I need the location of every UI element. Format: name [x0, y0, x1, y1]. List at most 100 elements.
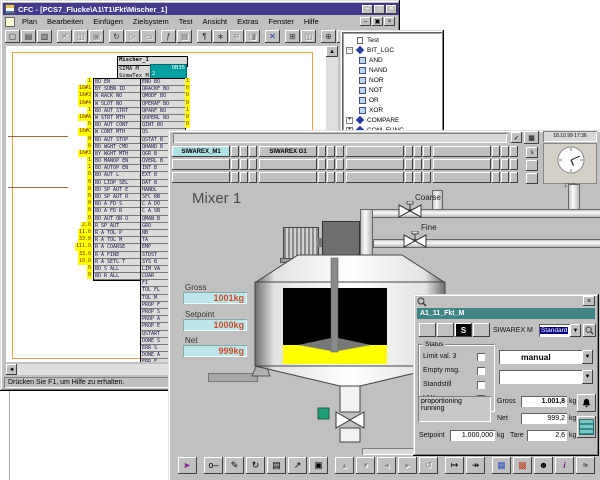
overview-button-siwarex g1[interactable]: SIWAREX G1 [259, 146, 317, 157]
pin-output[interactable]: QRACKF BO [141, 86, 185, 93]
chart-doc-icon[interactable] [5, 17, 15, 27]
minimize-button[interactable]: – [362, 5, 373, 14]
mode-dropdown[interactable]: manual ▼ [499, 350, 593, 364]
pin-input[interactable]: W SLOT NO [94, 101, 141, 108]
report-blue-button[interactable]: ▦ [492, 457, 511, 474]
pin-output[interactable]: ENO BO [141, 79, 185, 86]
block-input-pins[interactable]: BO ENBY SUBN IDW RACK NOW SLOT NOBO AUT … [93, 78, 142, 281]
overview-button[interactable] [433, 159, 491, 170]
status-checkbox[interactable] [477, 367, 485, 375]
s-mode-cell[interactable]: S [455, 323, 472, 337]
download-button[interactable]: ↻ [109, 30, 124, 43]
menu-hilfe[interactable]: Hilfe [299, 16, 324, 27]
pin-input[interactable]: BO SP AUT R [94, 194, 141, 201]
overview-button[interactable] [259, 159, 317, 170]
menu-fenster[interactable]: Fenster [263, 16, 298, 27]
setpoint-field[interactable]: 1.000,000 [450, 430, 495, 441]
faceplate-close-button[interactable]: × [583, 296, 595, 306]
catalog-item-bit_lgc[interactable]: −BIT_LGC [344, 45, 442, 55]
menu-zielsystem[interactable]: Zielsystem [128, 16, 174, 27]
pin-input[interactable]: BO AUTOP EN [94, 165, 141, 172]
step-in-button[interactable]: ↦ [445, 457, 464, 474]
scale-button[interactable] [577, 416, 596, 438]
pin-input[interactable]: BO A FD R [94, 208, 141, 215]
status-checkbox[interactable] [477, 353, 485, 361]
variant-dropdown[interactable]: Standard ▼ [539, 324, 581, 337]
sfc-button[interactable]: ƒ [161, 30, 176, 43]
pin-input[interactable]: W STRT MTH [94, 115, 141, 122]
cfc-titlebar[interactable]: CFC - [PCS7_Flucke\A1\T1\Fkt\Mischer_1] … [3, 3, 399, 15]
catalog-item-test[interactable]: Test [344, 35, 442, 45]
pin-output[interactable]: QOPERL BO [141, 115, 185, 122]
mode-cell[interactable] [437, 323, 454, 337]
pin-input[interactable]: BO AUT STRT [94, 108, 141, 115]
process-mode-button[interactable]: ∗ [213, 30, 228, 43]
catalog-item-xor[interactable]: XOR [344, 105, 442, 115]
acknowledge-button[interactable]: ✓ [511, 132, 522, 143]
faceplate-titlebar[interactable]: A1_11_Fkt_M [417, 308, 595, 319]
menu-extras[interactable]: Extras [232, 16, 263, 27]
chevron-down-icon[interactable]: ▼ [582, 350, 593, 364]
scroll-left-button[interactable]: ◄ [6, 364, 17, 375]
menu-plan[interactable]: Plan [17, 16, 42, 27]
child-minimize-button[interactable]: – [360, 17, 371, 26]
pin-output[interactable]: QMODF BO [141, 93, 185, 100]
collapse-icon[interactable]: − [346, 47, 353, 54]
pin-input[interactable]: W RACK NO [94, 93, 141, 100]
overview-button[interactable] [433, 172, 491, 183]
info-button[interactable]: i [555, 457, 574, 474]
close-button[interactable]: × [386, 5, 397, 14]
key-button[interactable]: o– [204, 457, 223, 474]
runtime-button[interactable]: ► [178, 457, 197, 474]
overview-button[interactable] [259, 172, 317, 183]
overview-button[interactable] [172, 172, 230, 183]
menu-bearbeiten[interactable]: Bearbeiten [42, 16, 88, 27]
pin-input[interactable]: BO MANOP EN [94, 158, 141, 165]
overview-button[interactable] [346, 159, 404, 170]
catalog-item-nand[interactable]: NAND [344, 65, 442, 75]
open-button[interactable]: ▤ [21, 30, 36, 43]
overview-page-button[interactable]: s [526, 147, 538, 158]
overview-button[interactable] [433, 146, 491, 157]
coarse-valve[interactable] [398, 201, 422, 221]
step-out-button[interactable]: ↠ [466, 457, 485, 474]
command-dropdown[interactable]: ▼ [499, 370, 593, 384]
overview-page-button[interactable] [526, 173, 538, 184]
catalog-item-and[interactable]: AND [344, 55, 442, 65]
menu-einfügen[interactable]: Einfügen [88, 16, 128, 27]
chevron-down-icon[interactable]: ▼ [582, 370, 593, 384]
grid-button[interactable]: ⊞ [285, 30, 300, 43]
pin-input[interactable]: R A COARSE [94, 244, 141, 251]
fine-valve[interactable] [403, 231, 427, 251]
menu-test[interactable]: Test [174, 16, 198, 27]
chart-button[interactable]: ▤ [267, 457, 286, 474]
message-list-button[interactable]: ▦ [524, 131, 539, 144]
pin-input[interactable]: R A FINE [94, 252, 141, 259]
loop-in-alarm-button[interactable] [583, 324, 596, 337]
alarm-bell-button[interactable] [577, 394, 596, 412]
pin-input[interactable]: R SP AUT [94, 223, 141, 230]
pin-input[interactable]: BO R ALL [94, 273, 141, 280]
mode-cell[interactable] [473, 323, 490, 337]
pin-input[interactable]: BO SP AUT E [94, 187, 141, 194]
catalog-item-nor[interactable]: NOR [344, 75, 442, 85]
pin-input[interactable]: BO AUT ON O [94, 216, 141, 223]
overview-button[interactable] [346, 172, 404, 183]
pin-input[interactable]: R A SETL T [94, 259, 141, 266]
catalog-item-or[interactable]: OR [344, 95, 442, 105]
pin-output[interactable]: QPARF BO [141, 108, 185, 115]
expand-icon[interactable]: + [346, 117, 353, 124]
pin-input[interactable]: R A TOL P [94, 230, 141, 237]
status-checkbox[interactable] [477, 381, 485, 389]
mode-cell[interactable] [419, 323, 436, 337]
child-restore-button[interactable]: ▣ [372, 17, 383, 26]
pin-input[interactable]: BO S ALL [94, 266, 141, 273]
pin-output[interactable]: QINT BO [141, 122, 185, 129]
pin-input[interactable]: BY WGHT MTH [94, 151, 141, 158]
window-button[interactable]: ▣ [309, 457, 328, 474]
catalog-item-compare[interactable]: +COMPARE [344, 115, 442, 125]
pin-input[interactable]: BO A FD S [94, 201, 141, 208]
refresh-button[interactable]: ↻ [246, 457, 265, 474]
pin-input[interactable]: W CONT MTH [94, 129, 141, 136]
pin-input[interactable]: R A TOL M [94, 237, 141, 244]
